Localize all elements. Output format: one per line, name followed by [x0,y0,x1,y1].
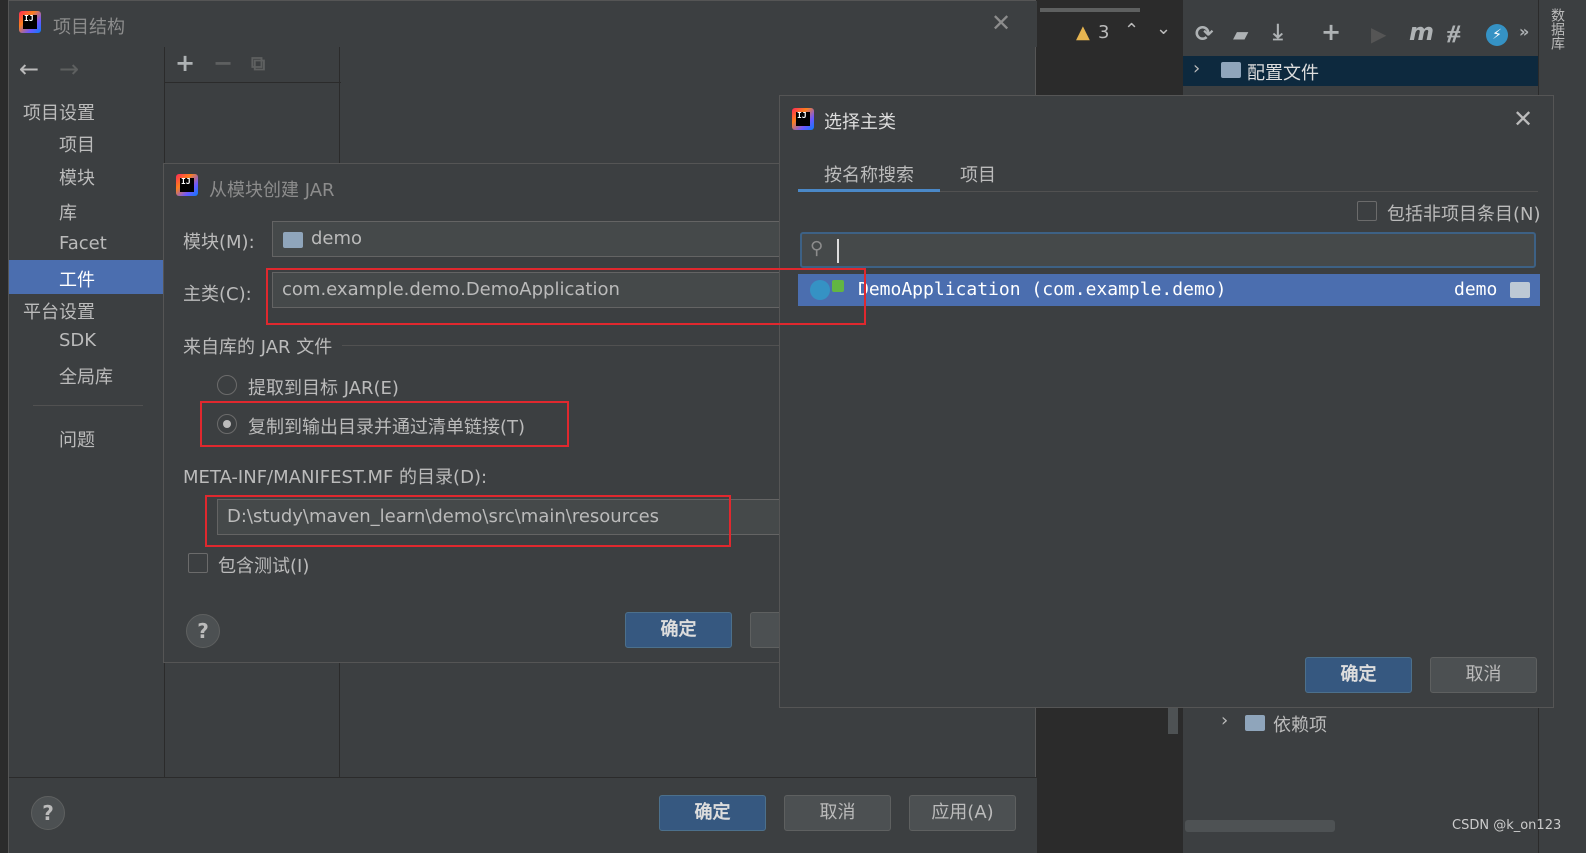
module-value: demo [311,228,363,249]
ok-button[interactable]: 确定 [659,795,766,831]
side-tab-database[interactable]: 数据库 [1545,8,1565,50]
profiles-icon [1221,62,1241,78]
cancel-button[interactable]: 取消 [784,795,891,831]
folder-sync-icon[interactable]: ▰ [1233,22,1248,46]
intellij-logo-icon: IJ [19,11,41,33]
nav-item-artifacts-selected[interactable]: 工件 [9,260,163,294]
back-arrow-icon[interactable]: ← [19,55,39,83]
maven-tree-row[interactable]: › 依赖项 [1183,708,1539,738]
include-tests-label: 包含测试(I) [218,556,310,577]
close-icon[interactable]: ✕ [1513,105,1533,133]
skip-tests-icon[interactable]: ⧣ [1447,18,1461,46]
run-icon[interactable]: ▶ [1371,22,1386,46]
nav-divider [33,405,143,406]
maven-toolbar: ⟳ ▰ ⤓ + ▶ m ⧣ ⚡ » [1183,14,1539,54]
manifest-dir-label: META-INF/MANIFEST.MF 的目录(D): [183,467,488,488]
dialog-footer: ? 确定 取消 应用(A) [9,777,1037,853]
editor-top-bar: ▲ 3 ⌃ ⌄ [1036,0,1181,60]
search-icon[interactable]: ⚲ [810,238,823,259]
nav-item-facets[interactable]: Facet [59,233,107,254]
chevron-right-icon[interactable]: › [1221,710,1228,731]
maven-m-icon[interactable]: m [1409,18,1434,46]
help-icon[interactable]: ? [186,614,220,648]
copy-icon[interactable]: ⧉ [251,51,265,75]
tab-search-by-name-label: 按名称搜索 [824,165,914,186]
editor-tab-indicator [1040,8,1140,12]
close-icon[interactable]: ✕ [991,9,1011,37]
search-input[interactable]: ⚲ [800,232,1536,268]
main-class-dialog-title: 选择主类 [824,112,896,133]
highlight-copy-link-radio [200,401,569,447]
jar-files-section-label: 来自库的 JAR 文件 [183,337,333,358]
artifacts-toolbar: + − ⧉ [165,47,341,83]
download-icon[interactable]: ⤓ [1273,20,1283,45]
add-icon[interactable]: + [1321,18,1341,46]
result-module-name: demo [1454,279,1498,300]
apply-button[interactable]: 应用(A) [909,795,1016,831]
main-class-ok-button[interactable]: 确定 [1305,657,1412,693]
chevron-right-icon[interactable]: › [1193,58,1200,79]
tab-bar: 按名称搜索 项目 [798,154,1538,192]
tab-project-label: 项目 [960,165,996,186]
highlight-manifest-dir [205,495,731,547]
radio-extract-label: 提取到目标 JAR(E) [248,378,399,399]
module-folder-icon [283,232,303,248]
more-icon[interactable]: » [1519,22,1529,41]
main-class-cancel-button[interactable]: 取消 [1430,657,1537,693]
nav-item-problems[interactable]: 问题 [59,426,95,452]
warning-count: 3 [1098,22,1110,43]
include-tests-checkbox[interactable] [188,553,208,573]
nav-section-platform-settings: 平台设置 [23,302,95,323]
nav-item-modules[interactable]: 模块 [59,164,95,190]
nav-sidebar: ← → 项目设置 项目 模块 库 Facet 工件 平台设置 SDK 全局库 问… [9,47,163,777]
jar-dialog-title: 从模块创建 JAR [209,180,335,201]
module-select[interactable]: demo [272,221,792,257]
refresh-icon[interactable]: ⟳ [1195,22,1213,47]
tab-search-by-name[interactable]: 按名称搜索 [798,154,940,192]
warning-icon[interactable]: ▲ [1076,22,1090,43]
nav-item-sdk[interactable]: SDK [59,330,96,351]
nav-item-project[interactable]: 项目 [59,131,95,157]
maven-tree-label-profiles: 配置文件 [1247,63,1319,84]
nav-item-artifacts: 工件 [59,270,95,291]
main-class-label: 主类(C): [183,284,252,305]
intellij-logo-icon: IJ [792,108,814,130]
chevron-down-icon[interactable]: ⌄ [1156,18,1171,39]
jar-ok-button[interactable]: 确定 [625,612,732,648]
lightning-icon[interactable]: ⚡ [1486,24,1508,46]
dialog-title-bar: IJ 项目结构 ✕ [9,1,1037,47]
horizontal-scrollbar[interactable] [1185,820,1335,832]
include-non-project-label: 包括非项目条目(N) [1387,204,1541,225]
remove-icon[interactable]: − [213,49,233,77]
chevron-up-icon[interactable]: ⌃ [1124,20,1139,41]
intellij-logo-icon: IJ [176,174,198,196]
forward-arrow-icon[interactable]: → [59,55,79,83]
csdn-watermark: CSDN @k_on123 [1452,818,1562,833]
nav-section-project-settings: 项目设置 [23,103,95,124]
nav-item-libraries[interactable]: 库 [59,199,77,225]
dialog-title: 项目结构 [53,17,125,38]
dependencies-icon [1245,715,1265,731]
include-non-project-checkbox[interactable] [1357,201,1377,221]
tab-project[interactable]: 项目 [948,154,1008,192]
add-icon[interactable]: + [175,49,195,77]
nav-item-global-libraries[interactable]: 全局库 [59,363,113,389]
highlight-main-class [266,268,866,325]
section-divider [342,345,792,346]
result-class-name: DemoApplication (com.example.demo) [858,279,1227,300]
maven-tree-row-selected[interactable]: › 配置文件 [1183,56,1539,86]
result-row-selected[interactable]: DemoApplication (com.example.demo) demo [798,274,1540,306]
radio-extract[interactable] [217,375,237,395]
module-label: 模块(M): [183,232,255,253]
help-icon[interactable]: ? [31,796,65,830]
module-folder-icon [1510,282,1530,298]
maven-tree-label-dependencies: 依赖项 [1273,715,1327,736]
text-caret [837,239,839,263]
choose-main-class-dialog: IJ 选择主类 ✕ 按名称搜索 项目 包括非项目条目(N) ⚲ DemoAppl… [779,95,1554,708]
